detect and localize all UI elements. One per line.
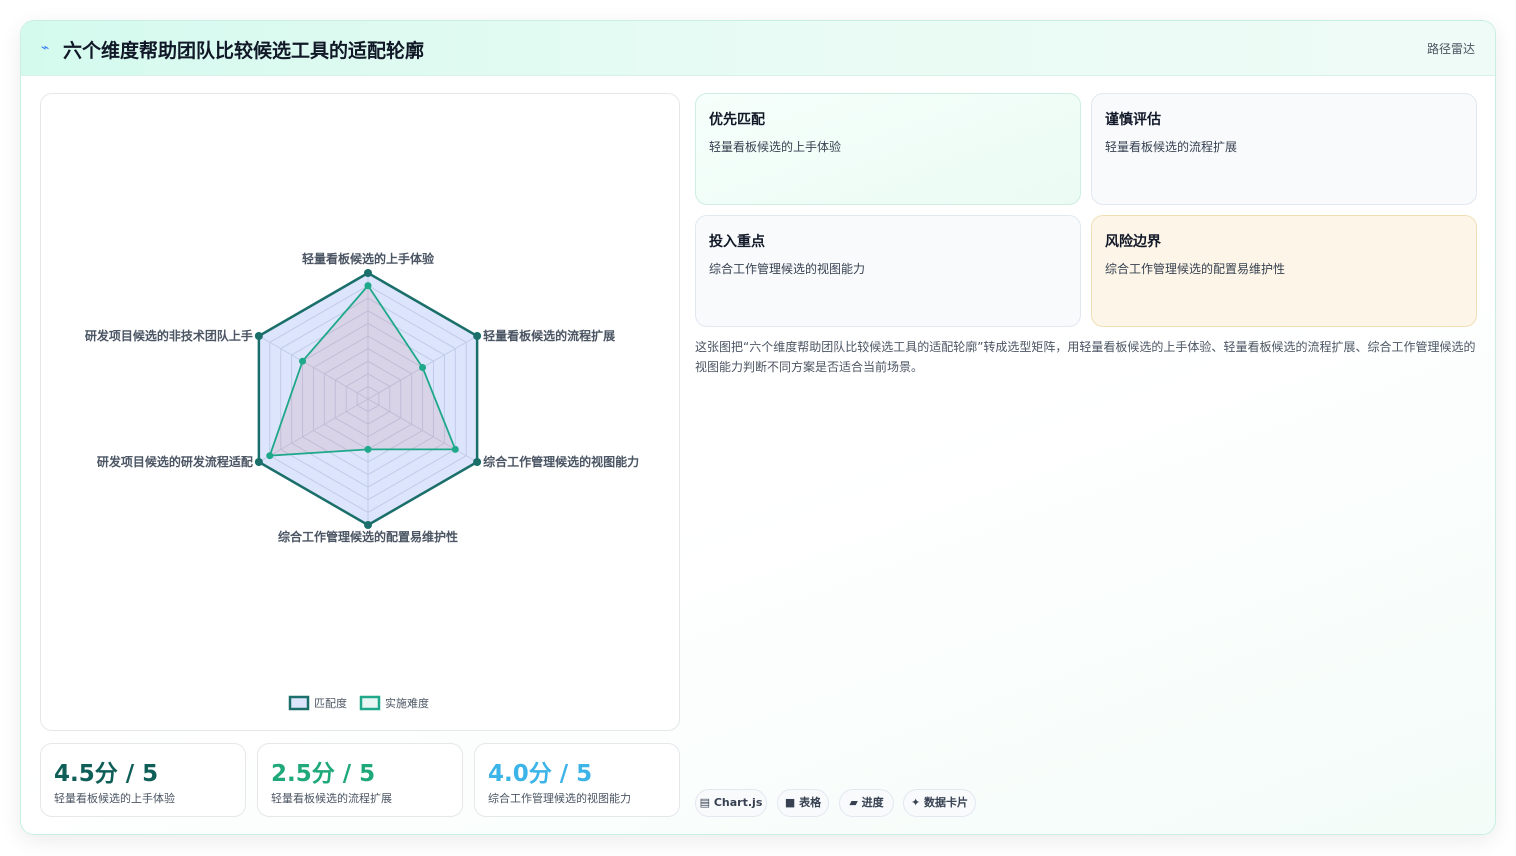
radar-point-s1-6 — [254, 332, 263, 340]
radar-point-s1-3 — [473, 458, 482, 466]
legend-swatch — [288, 695, 310, 711]
insight-text: 轻量看板候选的流程扩展 — [1105, 140, 1238, 154]
insight-text: 综合工作管理候选的配置易维护性 — [1105, 262, 1286, 276]
radar-point-s1-2 — [473, 332, 482, 340]
insight-text: 轻量看板候选的上手体验 — [709, 140, 842, 154]
table-icon: ■ — [784, 796, 796, 809]
radar-point-s1-1 — [364, 269, 372, 277]
radar-point-s2-6 — [299, 357, 307, 365]
radar-axis-label: 轻量看板候选的上手体验 — [302, 251, 435, 266]
radar-point-s2-5 — [266, 452, 274, 460]
page-title: 六个维度帮助团队比较候选工具的适配轮廓 — [63, 40, 425, 62]
insight-title: 优先匹配 — [709, 112, 765, 128]
stat-label: 综合工作管理候选的视图能力 — [488, 792, 631, 805]
radar-point-s2-4 — [364, 445, 372, 453]
chip-data-card[interactable]: ✦ 数据卡片 — [903, 789, 976, 817]
radar-axis-label: 综合工作管理候选的视图能力 — [483, 454, 639, 469]
radar-point-s1-5 — [254, 458, 263, 466]
insight-card-focus: 投入重点 综合工作管理候选的视图能力 — [695, 215, 1081, 327]
radar-point-s1-4 — [364, 521, 372, 529]
insight-card-risk: 风险边界 综合工作管理候选的配置易维护性 — [1091, 215, 1477, 327]
radar-chart: 轻量看板候选的上手体验轻量看板候选的流程扩展综合工作管理候选的视图能力综合工作管… — [85, 251, 639, 711]
radar-axis-label: 综合工作管理候选的配置易维护性 — [278, 529, 458, 544]
insight-title: 风险边界 — [1105, 234, 1161, 250]
radar-chart-panel: 轻量看板候选的上手体验轻量看板候选的流程扩展综合工作管理候选的视图能力综合工作管… — [40, 93, 680, 731]
insight-title: 谨慎评估 — [1105, 112, 1161, 128]
stat-card-3: 4.0分 / 5 综合工作管理候选的视图能力 — [474, 743, 680, 817]
chart-icon: ▤ — [699, 796, 711, 809]
radar-point-s2-1 — [364, 282, 372, 290]
legend-label: 匹配度 — [314, 696, 347, 710]
insight-card-caution: 谨慎评估 轻量看板候选的流程扩展 — [1091, 93, 1477, 205]
radar-axis-label: 研发项目候选的非技术团队上手 — [85, 328, 253, 343]
radar-point-s2-2 — [419, 364, 427, 371]
insight-title: 投入重点 — [709, 234, 765, 250]
stat-label: 轻量看板候选的流程扩展 — [271, 792, 392, 805]
stat-value: 2.5分 / 5 — [271, 761, 376, 787]
stat-value: 4.5分 / 5 — [54, 761, 159, 787]
progress-icon: ▰ — [849, 796, 858, 809]
legend-swatch — [359, 695, 381, 711]
dashboard-frame: ⌁ 六个维度帮助团队比较候选工具的适配轮廓 路径雷达 轻量看板候选的上手体验 轻量… — [20, 20, 1496, 835]
insight-text: 综合工作管理候选的视图能力 — [709, 262, 866, 276]
chip-label: Chart.js — [713, 796, 763, 809]
sparkle-icon: ✦ — [910, 796, 921, 809]
chip-label: 表格 — [799, 796, 822, 809]
chip-label: 进度 — [861, 796, 884, 809]
stat-card-2: 2.5分 / 5 轻量看板候选的流程扩展 — [257, 743, 463, 817]
radar-axis-label: 轻量看板候选的流程扩展 — [483, 328, 615, 343]
trend-line-icon: ⌁ — [41, 40, 50, 56]
insight-card-priority: 优先匹配 轻量看板候选的上手体验 — [695, 93, 1081, 205]
chip-progress[interactable]: ▰ 进度 — [839, 789, 894, 817]
legend-label: 实施难度 — [385, 696, 429, 710]
radar-axis-label: 研发项目候选的研发流程适配 — [97, 454, 253, 469]
header: ⌁ 六个维度帮助团队比较候选工具的适配轮廓 路径雷达 — [21, 21, 1495, 76]
stat-label: 轻量看板候选的上手体验 — [54, 792, 175, 805]
chart-description: 这张图把“六个维度帮助团队比较候选工具的适配轮廓”转成选型矩阵，用轻量看板候选的… — [695, 340, 1476, 374]
chip-chartjs[interactable]: ▤ Chart.js — [695, 789, 767, 817]
chip-table[interactable]: ■ 表格 — [777, 789, 829, 817]
header-tag: 路径雷达 — [1426, 42, 1475, 56]
radar-point-s2-3 — [451, 445, 459, 453]
stat-card-1: 4.5分 / 5 轻量看板候选的上手体验 — [40, 743, 246, 817]
chip-label: 数据卡片 — [924, 796, 969, 809]
stat-value: 4.0分 / 5 — [488, 761, 593, 787]
